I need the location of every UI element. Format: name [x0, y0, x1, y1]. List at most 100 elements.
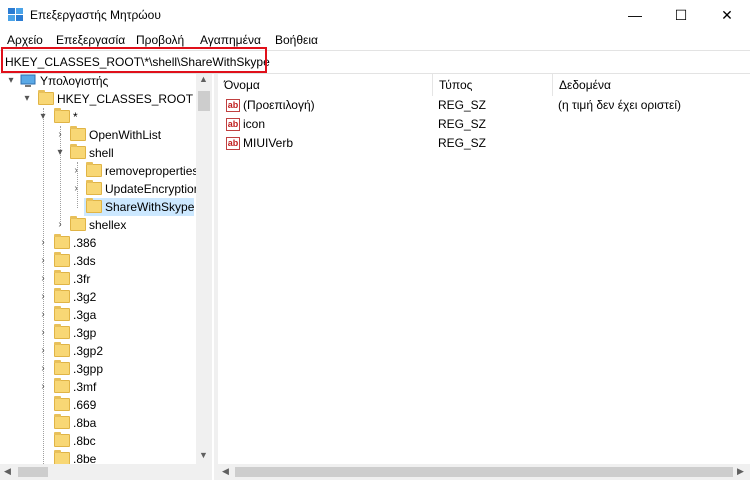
string-value-icon: ab	[226, 118, 240, 131]
tree-label: .3fr	[73, 272, 91, 286]
value-name: MIUIVerb	[243, 136, 294, 150]
value-type: REG_SZ	[438, 117, 487, 131]
expand-arrow-icon[interactable]: ›	[38, 360, 48, 378]
tree-label: .8bc	[73, 434, 96, 448]
value-type: REG_SZ	[438, 136, 487, 150]
scroll-thumb[interactable]	[18, 467, 48, 477]
expand-arrow-icon[interactable]: ›	[38, 342, 48, 360]
string-value-icon: ab	[226, 137, 240, 150]
value-row[interactable]: ab icon REG_SZ	[218, 115, 750, 134]
tree-label: ShareWithSkype	[105, 200, 195, 214]
expand-arrow-icon[interactable]: ›	[38, 234, 48, 252]
expand-arrow-icon[interactable]: ›	[38, 270, 48, 288]
folder-icon	[54, 360, 70, 375]
tree-item-extension[interactable]: › .3gp	[0, 324, 196, 342]
folder-icon	[54, 432, 70, 447]
tree-item-extension[interactable]: .669	[0, 396, 196, 414]
tree-pane: ▾ Υπολογιστής ▾ HKEY_CLASSES_ROOT ▾ * › …	[0, 74, 212, 480]
tree-item-extension[interactable]: › .3g2	[0, 288, 196, 306]
tree-item-star[interactable]: ▾ *	[0, 108, 196, 126]
scroll-left-arrow-icon[interactable]: ◀	[222, 466, 229, 477]
minimize-button[interactable]: —	[612, 0, 658, 30]
scroll-down-arrow-icon[interactable]: ▼	[199, 450, 208, 460]
tree-label: HKEY_CLASSES_ROOT	[57, 92, 194, 106]
tree-label: *	[73, 110, 78, 124]
tree-label: .3gp	[73, 326, 97, 340]
expand-arrow-icon[interactable]: ›	[71, 162, 81, 180]
expand-arrow-icon[interactable]: ›	[71, 180, 81, 198]
scroll-thumb[interactable]	[235, 467, 733, 477]
value-data: (η τιμή δεν έχει οριστεί)	[558, 98, 682, 112]
expand-arrow-icon[interactable]: ›	[38, 306, 48, 324]
tree-item-extension[interactable]: › .3mf	[0, 378, 196, 396]
tree-label: .3ga	[73, 308, 97, 322]
tree-item-updateencryption[interactable]: › UpdateEncryption	[0, 180, 200, 198]
computer-icon	[20, 74, 36, 87]
value-row[interactable]: ab (Προεπιλογή) REG_SZ (η τιμή δεν έχει …	[218, 96, 750, 115]
tree-item-openwithlist[interactable]: › OpenWithList	[0, 126, 196, 144]
tree-item-extension[interactable]: › .3ds	[0, 252, 196, 270]
tree-item-extension[interactable]: › .386	[0, 234, 196, 252]
scroll-right-arrow-icon[interactable]: ▶	[737, 466, 744, 477]
tree-item-extension[interactable]: › .3gp2	[0, 342, 196, 360]
expand-arrow-icon[interactable]: ›	[38, 378, 48, 396]
menu-file[interactable]: Αρχείο	[7, 33, 43, 47]
folder-icon	[54, 270, 70, 285]
tree-label: .3gp2	[73, 344, 104, 358]
tree-item-extension[interactable]: › .3ga	[0, 306, 196, 324]
tree-item-extension[interactable]: › .3fr	[0, 270, 196, 288]
folder-icon	[70, 144, 86, 159]
menu-edit[interactable]: Επεξεργασία	[56, 33, 125, 47]
folder-icon	[54, 378, 70, 393]
expand-arrow-icon[interactable]: ›	[38, 252, 48, 270]
tree-label: .8ba	[73, 416, 97, 430]
menu-favorites[interactable]: Αγαπημένα	[200, 33, 261, 47]
string-value-icon: ab	[226, 99, 240, 112]
scroll-thumb[interactable]	[198, 91, 210, 111]
collapse-arrow-icon[interactable]: ▾	[6, 74, 16, 90]
tree-label: .3gpp	[73, 362, 104, 376]
menu-help[interactable]: Βοήθεια	[275, 33, 318, 47]
folder-icon	[54, 108, 70, 123]
tree-item-hkey-classes-root[interactable]: ▾ HKEY_CLASSES_ROOT	[0, 90, 196, 108]
expand-arrow-icon[interactable]: ›	[55, 126, 65, 144]
tree-item-shell[interactable]: ▾ shell	[0, 144, 196, 162]
value-row[interactable]: ab MIUIVerb REG_SZ	[218, 134, 750, 153]
tree-label: .3ds	[73, 254, 96, 268]
collapse-arrow-icon[interactable]: ▾	[22, 90, 32, 108]
scroll-up-arrow-icon[interactable]: ▲	[199, 74, 208, 84]
folder-icon	[54, 414, 70, 429]
folder-icon	[54, 252, 70, 267]
address-highlight-box	[1, 47, 267, 73]
expand-arrow-icon[interactable]: ›	[55, 216, 65, 234]
value-name: icon	[243, 117, 266, 131]
collapse-arrow-icon[interactable]: ▾	[55, 144, 65, 162]
close-button[interactable]: ✕	[704, 0, 750, 30]
tree-item-shellex[interactable]: › shellex	[0, 216, 196, 234]
tree-item-computer[interactable]: ▾ Υπολογιστής	[0, 74, 196, 90]
scroll-left-arrow-icon[interactable]: ◀	[4, 466, 11, 477]
folder-icon	[86, 198, 102, 213]
menu-view[interactable]: Προβολή	[136, 33, 184, 47]
tree-item-extension[interactable]: .8bc	[0, 432, 196, 450]
folder-icon	[54, 324, 70, 339]
regedit-app-icon	[8, 8, 23, 21]
tree-item-removeproperties[interactable]: › removeproperties	[0, 162, 198, 180]
expand-arrow-icon[interactable]: ›	[38, 288, 48, 306]
list-horizontal-scrollbar[interactable]: ◀ ▶	[218, 464, 750, 480]
folder-icon	[70, 126, 86, 141]
column-header-name[interactable]: Όνομα	[218, 74, 433, 96]
expand-arrow-icon[interactable]: ›	[38, 324, 48, 342]
column-header-data[interactable]: Δεδομένα	[553, 74, 750, 96]
collapse-arrow-icon[interactable]: ▾	[38, 108, 48, 126]
tree-item-extension[interactable]: › .3gpp	[0, 360, 196, 378]
tree-horizontal-scrollbar[interactable]: ◀	[0, 464, 212, 480]
column-header-type[interactable]: Τύπος	[433, 74, 553, 96]
maximize-button[interactable]: ☐	[658, 0, 704, 30]
tree-label: UpdateEncryption	[105, 182, 201, 196]
tree-item-extension[interactable]: .8ba	[0, 414, 196, 432]
values-list-pane: Όνομα Τύπος Δεδομένα ab (Προεπιλογή) REG…	[218, 74, 750, 480]
tree-vertical-scrollbar[interactable]: ▲ ▼	[196, 74, 212, 464]
tree-item-sharewithskype[interactable]: ShareWithSkype	[0, 198, 196, 216]
folder-icon	[54, 342, 70, 357]
